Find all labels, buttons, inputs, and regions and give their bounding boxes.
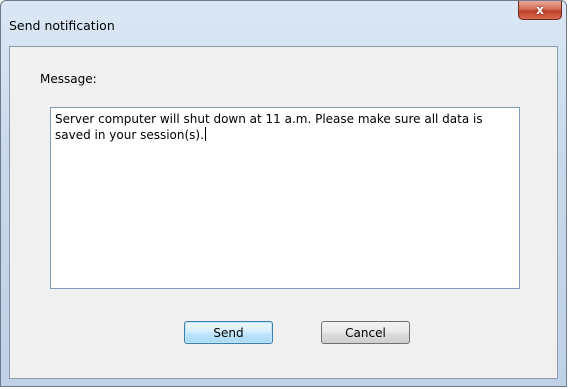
text-caret <box>204 127 206 141</box>
title-bar[interactable]: Send notification x <box>1 1 566 33</box>
dialog-body: Message: Server computer will shut down … <box>9 46 558 379</box>
message-label: Message: <box>40 72 97 86</box>
message-textarea[interactable]: Server computer will shut down at 11 a.m… <box>50 107 520 289</box>
send-button-label: Send <box>213 325 244 340</box>
window-title: Send notification <box>9 18 115 33</box>
send-button[interactable]: Send <box>184 321 273 344</box>
message-text: Server computer will shut down at 11 a.m… <box>55 112 487 142</box>
close-icon: x <box>536 3 544 17</box>
send-notification-dialog: Send notification x Message: Server comp… <box>0 0 567 387</box>
close-button[interactable]: x <box>518 1 562 20</box>
cancel-button[interactable]: Cancel <box>321 321 410 344</box>
cancel-button-label: Cancel <box>345 325 386 340</box>
